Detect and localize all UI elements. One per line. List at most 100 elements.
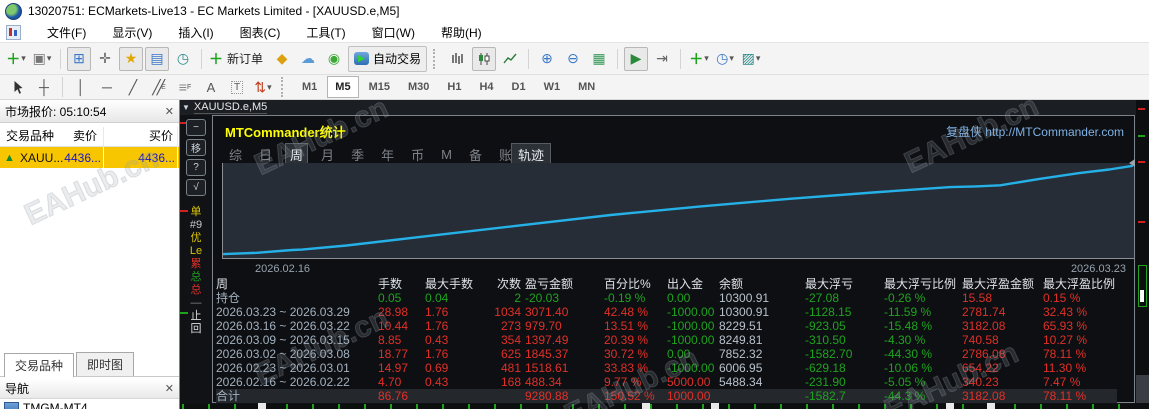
autotrading-button[interactable]: ▶ 自动交易	[348, 45, 428, 72]
periods-button[interactable]: ◷ ▾	[713, 47, 737, 71]
stat-tab-月[interactable]: 月	[317, 144, 338, 165]
stat-col-9: 最大浮亏比例	[884, 277, 957, 291]
timeframe-m15[interactable]: M15	[361, 76, 398, 98]
chart-shift-button[interactable]: ⇥	[650, 47, 674, 71]
window-title: 13020751: ECMarkets-Live13 - EC Markets …	[28, 4, 400, 18]
table-cell: -15.48 %	[884, 319, 933, 333]
text-label-button[interactable]: T	[225, 75, 249, 99]
templates-button[interactable]: ▨ ▾	[739, 47, 763, 71]
chevron-down-icon: ▾	[755, 53, 761, 63]
close-icon[interactable]: ✕	[165, 382, 174, 395]
table-row[interactable]: 2026.03.02 ~ 2026.03.08 18.77 1.76 625 1845.…	[216, 347, 1117, 361]
timeframe-h4[interactable]: H4	[471, 76, 501, 98]
timeframe-w1[interactable]: W1	[536, 76, 569, 98]
bar-chart-button[interactable]	[446, 47, 470, 71]
column-ask[interactable]: 买价	[149, 127, 173, 144]
toolbar-grip[interactable]	[281, 77, 288, 97]
table-cell: -1128.15	[805, 305, 852, 319]
side-button-2[interactable]: ?	[186, 159, 206, 176]
stat-col-6: 出入金	[667, 277, 704, 291]
arrows-button[interactable]: ⇅ ▾	[251, 75, 275, 99]
trendline-button[interactable]: ╱	[121, 75, 145, 99]
vertical-line-button[interactable]: │	[69, 75, 93, 99]
crosshair-button[interactable]: ┼	[32, 75, 56, 99]
tab-tick-chart[interactable]: 即时图	[76, 352, 135, 376]
side-button-3[interactable]: √	[186, 179, 206, 196]
quote-row-xauusd[interactable]: ▲ XAUU... 4436... 4436...	[0, 147, 179, 168]
profiles-button[interactable]: ▣ ▾	[30, 47, 54, 71]
column-symbol[interactable]: 交易品种	[6, 127, 54, 144]
zoom-out-button[interactable]: ⊖	[561, 47, 585, 71]
stat-tab-币[interactable]: 币	[407, 144, 428, 165]
horizontal-line-button[interactable]: ─	[95, 75, 119, 99]
strategy-tester-button[interactable]: ◷	[171, 47, 195, 71]
equity-curve	[223, 164, 1133, 256]
navigator-account-item[interactable]: TMGM-MT4	[4, 401, 88, 409]
tile-windows-button[interactable]: ▦	[587, 47, 611, 71]
fibonacci-button[interactable]: ≡ F	[173, 75, 197, 99]
signal-icon[interactable]: ◉	[322, 47, 346, 71]
table-cell: -4.30 %	[884, 333, 926, 347]
history-book-icon[interactable]: ◆	[270, 47, 294, 71]
toolbar-grip[interactable]	[433, 48, 440, 69]
table-row[interactable]: 2026.02.16 ~ 2026.02.22 4.70 0.43 168 488.34…	[216, 375, 1117, 389]
timeframe-h1[interactable]: H1	[439, 76, 469, 98]
table-row[interactable]: 2026.03.23 ~ 2026.03.29 28.98 1.76 1034 3071…	[216, 305, 1117, 319]
table-row[interactable]: 2026.02.23 ~ 2026.03.01 14.97 0.69 481 1518.…	[216, 361, 1117, 375]
line-chart-button[interactable]	[498, 47, 522, 71]
auto-scroll-button[interactable]: ▶	[624, 46, 649, 71]
tab-symbols[interactable]: 交易品种	[4, 353, 75, 377]
menu-item-3[interactable]: 图表(C)	[240, 24, 281, 41]
cursor-button[interactable]	[6, 75, 30, 99]
indicators-button[interactable]: ＋ ▾	[687, 47, 711, 71]
table-row[interactable]: 持仓 0.05 0.04 2 -20.03 -0.19 % 0.00 10300.91 -27.…	[216, 291, 1117, 305]
data-window-button[interactable]: ✛	[93, 47, 117, 71]
timeframe-m5[interactable]: M5	[327, 76, 359, 98]
menu-item-1[interactable]: 显示(V)	[112, 24, 152, 41]
autotrading-label: 自动交易	[373, 52, 422, 66]
table-row[interactable]: 2026.03.09 ~ 2026.03.15 8.85 0.43 354 1397.4…	[216, 333, 1117, 347]
table-row[interactable]: 2026.03.16 ~ 2026.03.22 10.44 1.76 273 979.7…	[216, 319, 1117, 333]
chevron-down-icon[interactable]: ▼	[182, 103, 190, 112]
timeframe-m30[interactable]: M30	[400, 76, 437, 98]
new-chart-button[interactable]: ＋ ▾	[4, 47, 28, 71]
new-order-button[interactable]: ＋新订单	[208, 47, 268, 71]
cloud-icon[interactable]: ☁	[296, 47, 320, 71]
zoom-in-button[interactable]: ⊕	[535, 47, 559, 71]
menu-item-0[interactable]: 文件(F)	[47, 24, 86, 41]
stat-tab-M[interactable]: M	[437, 146, 456, 163]
table-cell: 86.76	[378, 389, 409, 403]
chart-tab-xauusd[interactable]: XAUUSD.e,M5	[193, 101, 268, 114]
market-watch-title-bar: 市场报价: 05:10:54 ✕	[0, 100, 179, 123]
autotrading-icon: ▶	[354, 52, 370, 65]
close-icon[interactable]: ✕	[165, 105, 174, 118]
menu-item-6[interactable]: 帮助(H)	[441, 24, 482, 41]
stat-tab-年[interactable]: 年	[377, 144, 398, 165]
terminal-button[interactable]: ▤	[145, 46, 169, 71]
side-button-1[interactable]: 移	[186, 139, 206, 156]
timeframe-d1[interactable]: D1	[504, 76, 534, 98]
table-cell: 持仓	[216, 291, 241, 305]
market-watch-button[interactable]: ⊞	[67, 46, 91, 71]
candlestick-chart-button[interactable]	[472, 46, 497, 71]
text-button[interactable]: A	[199, 75, 223, 99]
menu-item-5[interactable]: 窗口(W)	[372, 24, 415, 41]
menu-item-4[interactable]: 工具(T)	[306, 24, 345, 41]
stat-tab-季[interactable]: 季	[347, 144, 368, 165]
side-button-0[interactable]: −	[186, 119, 206, 136]
stat-col-11: 最大浮盈比例	[1043, 277, 1116, 291]
navigator-button[interactable]: ★	[119, 46, 143, 71]
menu-item-2[interactable]: 插入(I)	[178, 24, 213, 41]
stat-tab-备[interactable]: 备	[465, 144, 486, 165]
chart-label-fragment: 单	[190, 206, 202, 218]
table-cell: 0.05	[378, 291, 402, 305]
table-row[interactable]: 合计 86.76 9280.88 150.52 % 1000.00 -1582.7 -44.…	[216, 389, 1117, 403]
stat-tab-日[interactable]: 日	[255, 144, 276, 165]
table-cell: 0.43	[425, 333, 449, 347]
timeframe-mn[interactable]: MN	[570, 76, 603, 98]
mtcommander-link[interactable]: 复盘侠 http://MTCommander.com	[946, 123, 1124, 140]
stat-tab-综[interactable]: 综	[225, 144, 246, 165]
channel-button[interactable]: ╱╱ E	[147, 75, 171, 99]
timeframe-m1[interactable]: M1	[294, 76, 325, 98]
column-bid[interactable]: 卖价	[73, 127, 97, 144]
